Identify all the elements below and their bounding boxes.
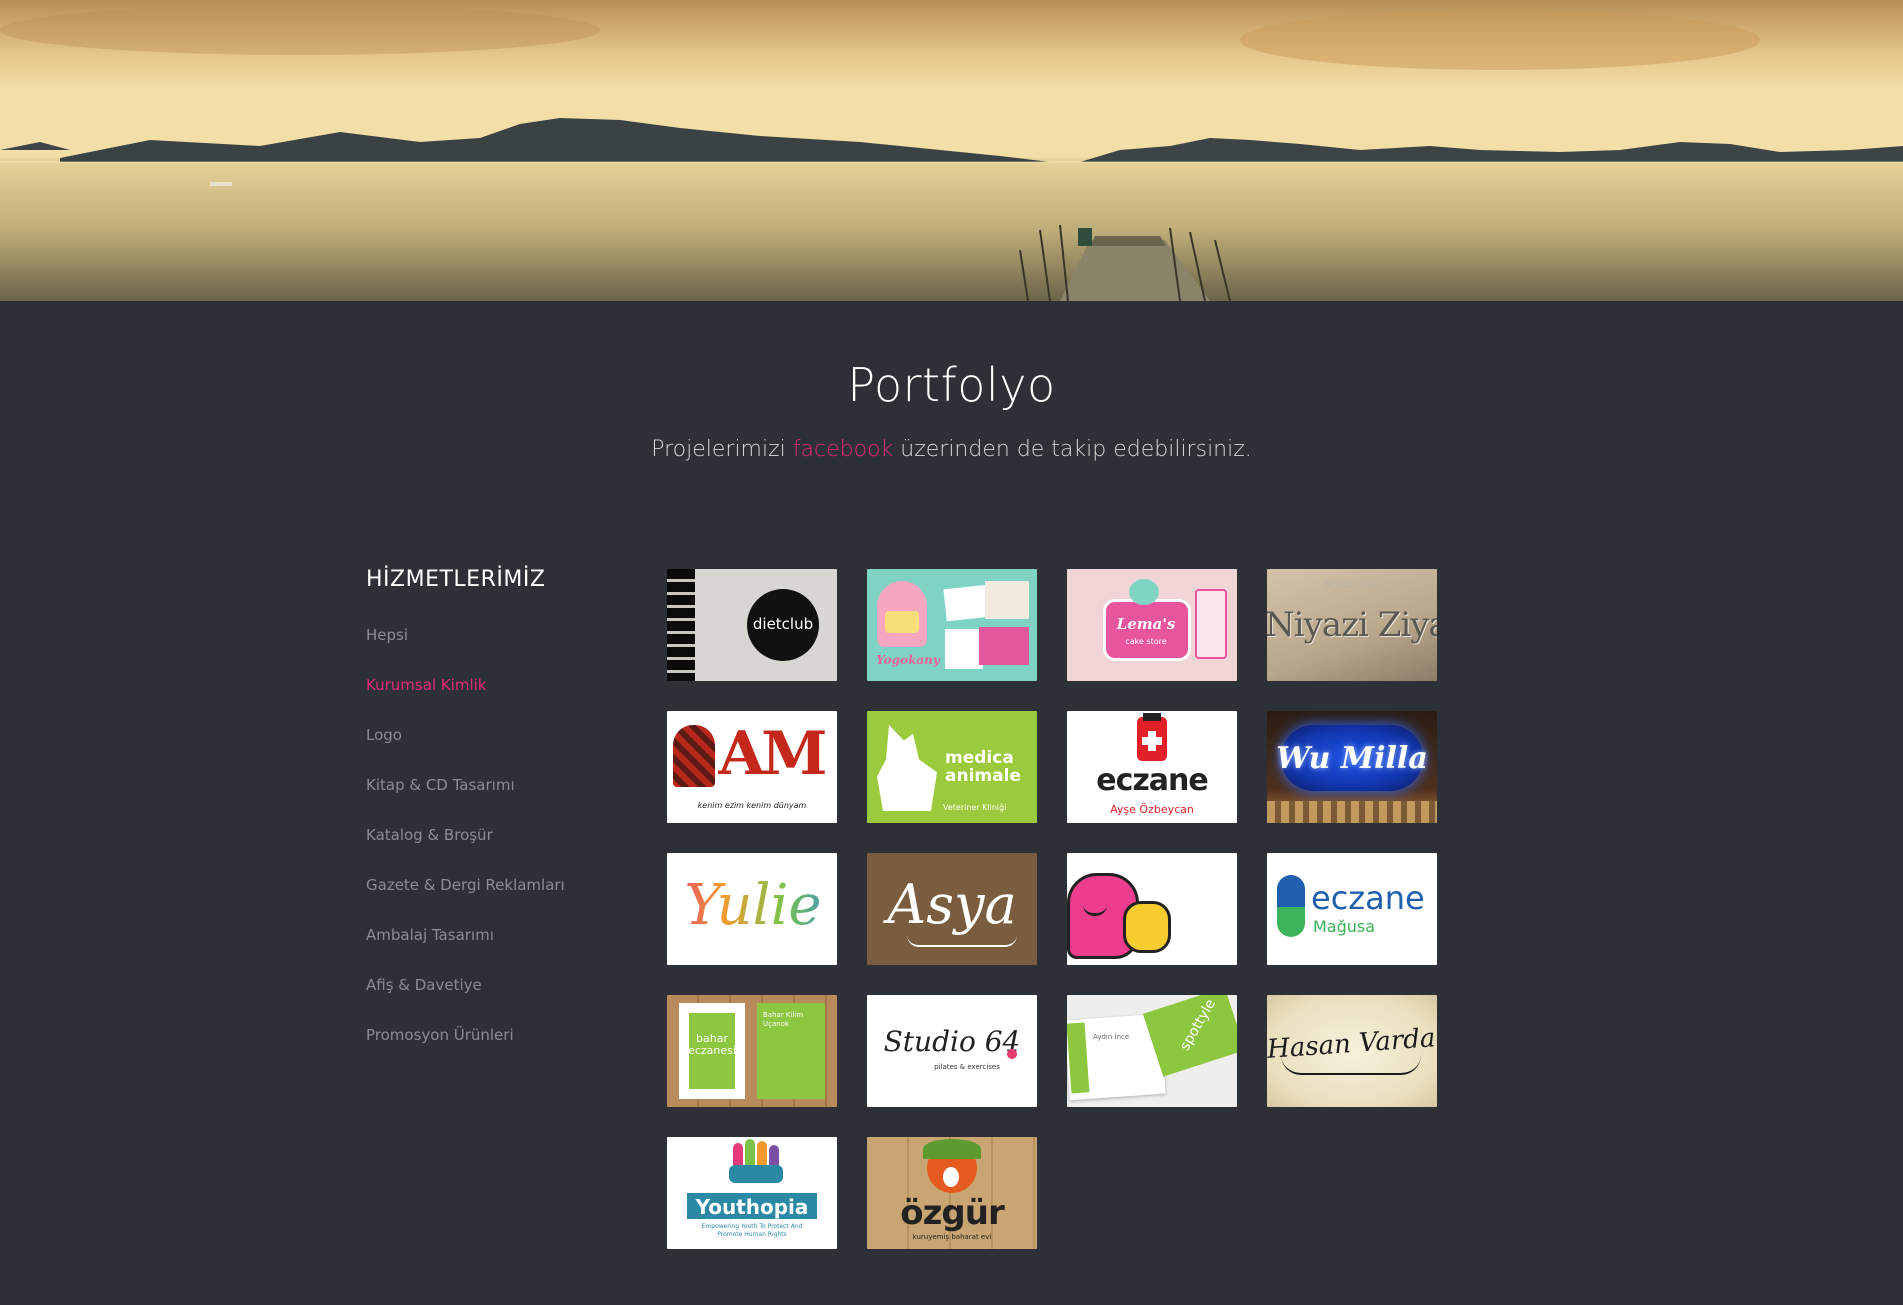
filter-all[interactable]: Hepsi xyxy=(366,620,606,670)
card-icon xyxy=(943,584,991,622)
tile-subtext: pilates & exercises xyxy=(934,1063,1000,1071)
hero-banner xyxy=(0,0,1903,301)
tile-subtext: Veteriner Kliniği xyxy=(943,803,1007,812)
tile-subtext: cake store xyxy=(1125,637,1167,646)
tile-text: eczane xyxy=(1096,763,1209,798)
phone-mockup-icon xyxy=(1195,589,1227,659)
filter-logo[interactable]: Logo xyxy=(366,720,606,770)
tile-subtext: Bahar Kilim Uçanok xyxy=(763,1011,804,1028)
page-subtitle: Projelerimizi facebook üzerinden de taki… xyxy=(0,437,1903,462)
filter-book-cd-design[interactable]: Kitap & CD Tasarımı xyxy=(366,770,606,820)
portfolio-item-lemas[interactable]: Lema's cake store xyxy=(1067,569,1237,681)
cross-h-icon xyxy=(1142,737,1162,745)
portfolio-item-yulie[interactable]: Yulie xyxy=(667,853,837,965)
pattern-letter-a-icon xyxy=(673,725,715,787)
card-icon xyxy=(985,581,1029,619)
tile-text: medica animale xyxy=(945,748,1021,786)
hazelnut-face-icon xyxy=(943,1167,959,1187)
tile-text: Lema's xyxy=(1116,615,1176,633)
facebook-link[interactable]: facebook xyxy=(793,437,893,462)
card-icon xyxy=(945,629,983,669)
portfolio-item-eczane-magusa[interactable]: eczane Mağusa xyxy=(1267,853,1437,965)
services-sidebar: HİZMETLERİMİZ Hepsi Kurumsal Kimlik Logo… xyxy=(366,567,606,1070)
portfolio-item-bahar-eczanesi[interactable]: bahar eczanesi Bahar Kilim Uçanok xyxy=(667,995,837,1107)
tile-subtext: Mağusa xyxy=(1313,917,1376,936)
tile-text: Wu Milla xyxy=(1276,741,1428,776)
tile-text-faded: Niyazi Ziya xyxy=(1324,579,1380,590)
filter-newspaper-magazine-ads[interactable]: Gazete & Dergi Reklamları xyxy=(366,870,606,920)
filter-promotional-products[interactable]: Promosyon Ürünleri xyxy=(366,1020,606,1070)
filter-poster-invitation[interactable]: Afiş & Davetiye xyxy=(366,970,606,1020)
portfolio-item-spottyle[interactable]: Aydın İnce spottyle xyxy=(1067,995,1237,1107)
hero-landscape-image xyxy=(0,0,1903,301)
tile-subtext: Empowering Youth To Protect And Promote … xyxy=(701,1223,803,1238)
blinds-pattern xyxy=(667,569,695,681)
sidebar-title: HİZMETLERİMİZ xyxy=(366,567,546,592)
card-icon xyxy=(979,627,1029,665)
swash-underline xyxy=(907,935,1017,947)
tile-text: eczane xyxy=(1311,879,1425,917)
tile-subtext: Ayşe Özbeycan xyxy=(1110,803,1194,816)
subtitle-text-after: üzerinden de takip edebilirsiniz. xyxy=(900,437,1252,462)
tile-text: Yulie xyxy=(667,873,837,938)
services-filter-list: Hepsi Kurumsal Kimlik Logo Kitap & CD Ta… xyxy=(366,620,606,1070)
portfolio-item-eczane-ayse[interactable]: eczane Ayşe Özbeycan xyxy=(1067,711,1237,823)
portfolio-item-wu-milla[interactable]: Wu Milla xyxy=(1267,711,1437,823)
leaf-cap-icon xyxy=(923,1139,981,1159)
shelves-background xyxy=(1267,801,1437,823)
portfolio-item-studio-64[interactable]: Studio 64 pilates & exercises xyxy=(867,995,1037,1107)
cupcake-top-icon xyxy=(1129,579,1159,605)
tile-text: Yogokany xyxy=(876,653,940,667)
yellow-hand-icon xyxy=(1123,901,1171,953)
portfolio-item-niyazi-ziya[interactable]: Niyazi Ziya Niyazi Ziya xyxy=(1267,569,1437,681)
tile-text: Asya xyxy=(887,873,1017,936)
page-title: Portfolyo xyxy=(847,358,1056,412)
tile-text: Youthopia xyxy=(695,1195,809,1219)
portfolio-item-hasan-vardar[interactable]: Hasan Vardar xyxy=(1267,995,1437,1107)
portfolio-item-asya[interactable]: Asya xyxy=(867,853,1037,965)
portfolio-item-medica-animale[interactable]: medica animale Veteriner Kliniği xyxy=(867,711,1037,823)
capsule-bottom-icon xyxy=(1277,907,1305,937)
bottle-cap-icon xyxy=(1143,713,1161,721)
figure-dot-icon xyxy=(1007,1049,1017,1059)
signature-flourish xyxy=(1281,1055,1421,1075)
tile-text: AM xyxy=(718,719,828,789)
tile-text: özgür xyxy=(900,1193,1004,1233)
cone-icon xyxy=(885,611,919,633)
tile-subtext: kuruyemiş baharat evi xyxy=(912,1233,992,1241)
capsule-top-icon xyxy=(1277,875,1305,907)
portfolio-item-hands[interactable] xyxy=(1067,853,1237,965)
portfolio-item-dietclub[interactable]: dietclub xyxy=(667,569,837,681)
portfolio-item-yogokany[interactable]: Yogokany xyxy=(867,569,1037,681)
filter-corporate-identity[interactable]: Kurumsal Kimlik xyxy=(366,670,606,720)
tile-text: Niyazi Ziya xyxy=(1267,605,1437,645)
subtitle-text-before: Projelerimizi xyxy=(651,437,786,462)
tile-text: dietclub xyxy=(752,615,814,633)
portfolio-item-ozgur[interactable]: özgür kuruyemiş baharat evi xyxy=(867,1137,1037,1249)
filter-packaging-design[interactable]: Ambalaj Tasarımı xyxy=(366,920,606,970)
cat-dog-silhouette-icon xyxy=(877,725,937,811)
portfolio-item-youthopia[interactable]: Youthopia Empowering Youth To Protect An… xyxy=(667,1137,837,1249)
tile-subtext: kenim ezim kenim dünyam xyxy=(697,801,807,810)
filter-catalog-brochure[interactable]: Katalog & Broşür xyxy=(366,820,606,870)
palm-icon xyxy=(729,1165,783,1183)
portfolio-item-aam[interactable]: AM kenim ezim kenim dünyam xyxy=(667,711,837,823)
tile-text: bahar eczanesi xyxy=(688,1032,736,1057)
